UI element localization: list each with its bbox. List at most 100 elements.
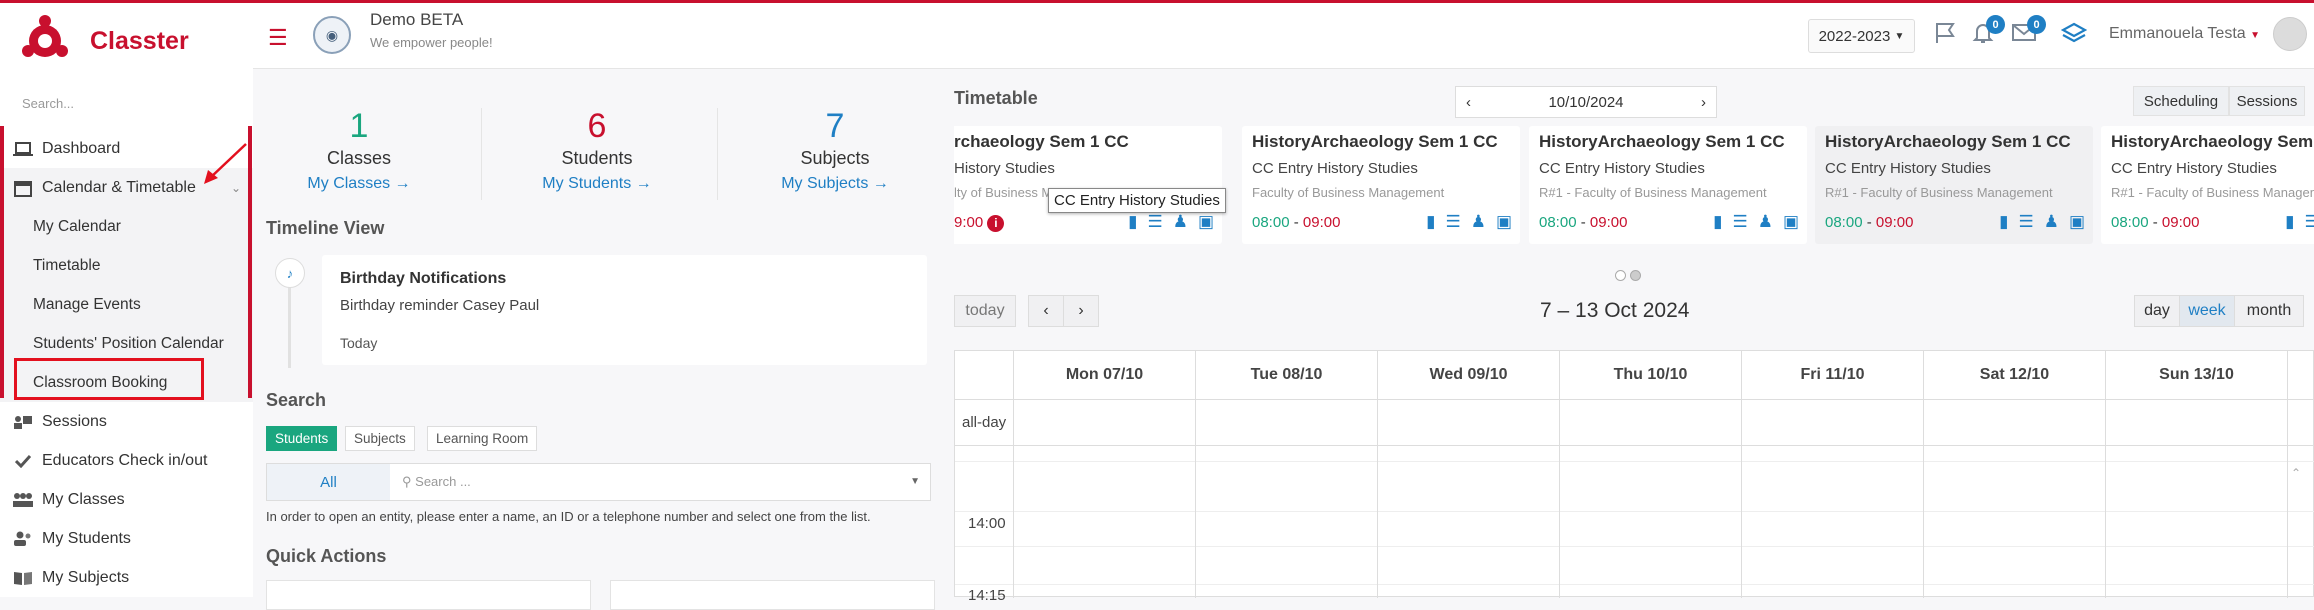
chevron-right-icon[interactable]: ›: [1701, 94, 1706, 111]
quick-action-card[interactable]: [266, 580, 591, 610]
list-icon[interactable]: ☰: [1732, 212, 1747, 232]
layers-icon[interactable]: [2060, 21, 2088, 51]
timetable-date[interactable]: 10/10/2024: [1548, 94, 1623, 111]
list-icon[interactable]: ☰: [1445, 212, 1460, 232]
slide-end-time: 09:00: [1589, 214, 1628, 231]
list-icon[interactable]: ☰: [2304, 212, 2314, 232]
calendar-prev-button[interactable]: ‹: [1028, 295, 1064, 327]
timetable-slide[interactable]: rchaeology Sem 1 CC History Studies lty …: [954, 126, 1222, 244]
sidebar-item-timetable[interactable]: Timetable: [0, 246, 253, 285]
search-scope-all[interactable]: All: [267, 464, 390, 500]
sidebar-item-sessions[interactable]: Sessions: [0, 402, 253, 441]
search-placeholder: Search ...: [415, 474, 471, 489]
classroom-booking-highlight: [14, 358, 204, 400]
slide-room: R#1 - Faculty of Business Management: [2111, 185, 2314, 200]
timetable-slide[interactable]: HistoryArchaeology Sem 1 CC CC Entry His…: [1529, 126, 1807, 244]
presenter-icon[interactable]: ▣: [1496, 212, 1512, 232]
calendar-next-button[interactable]: ›: [1063, 295, 1099, 327]
search-filter-subjects[interactable]: Subjects: [345, 426, 415, 451]
slide-end-time: 09:00: [2161, 214, 2200, 231]
sidebar-item-my-students[interactable]: My Students: [0, 519, 253, 558]
user-remove-icon[interactable]: ♟: [2044, 212, 2059, 232]
caret-down-icon[interactable]: ▼: [910, 476, 920, 487]
tab-scheduling[interactable]: Scheduling: [2133, 86, 2229, 116]
book-icon[interactable]: ▮: [1128, 212, 1137, 232]
user-remove-icon[interactable]: ♟: [1758, 212, 1773, 232]
grid-line: [955, 461, 2314, 462]
carousel-dot-active[interactable]: [1630, 270, 1641, 281]
list-icon[interactable]: ☰: [1147, 212, 1162, 232]
chevron-left-icon: ‹: [1043, 302, 1049, 319]
grid-line: [955, 445, 2314, 446]
slide-subject: CC Entry History Studies: [1825, 160, 1991, 177]
slide-room: R#1 - Faculty of Business Management: [1825, 185, 2053, 200]
academic-year-select[interactable]: 2022-2023 ▼: [1808, 19, 1915, 53]
view-week-button[interactable]: week: [2179, 295, 2235, 327]
sidebar-item-my-calendar[interactable]: My Calendar: [0, 207, 253, 246]
search-filter-students[interactable]: Students: [266, 426, 338, 451]
timetable-slide[interactable]: HistoryArchaeology Sem 1 CC CC Entry His…: [1242, 126, 1520, 244]
view-month-button[interactable]: month: [2234, 295, 2304, 327]
laptop-icon: [12, 140, 34, 158]
carousel-dot[interactable]: [1615, 270, 1626, 281]
tab-sessions[interactable]: Sessions: [2229, 86, 2305, 116]
flag-icon[interactable]: [1933, 21, 1957, 51]
chevron-right-icon: ›: [1078, 302, 1084, 319]
book-icon[interactable]: ▮: [1426, 212, 1435, 232]
chevron-left-icon[interactable]: ‹: [1466, 94, 1471, 111]
quick-action-card[interactable]: [610, 580, 935, 610]
sidebar-item-educators-check-in-out[interactable]: Educators Check in/out: [0, 441, 253, 480]
book-icon[interactable]: ▮: [1713, 212, 1722, 232]
sidebar-item-label: My Subjects: [42, 568, 130, 586]
presenter-icon[interactable]: ▣: [1198, 212, 1214, 232]
list-icon[interactable]: ☰: [2018, 212, 2033, 232]
time-label: 14:00: [968, 515, 1006, 532]
annotation-arrow-icon: [204, 143, 247, 184]
sidebar-item-my-subjects[interactable]: My Subjects: [0, 558, 253, 597]
search-filter-learning-room[interactable]: Learning Room: [427, 426, 538, 451]
tooltip: CC Entry History Studies: [1048, 188, 1226, 213]
slide-end-time: 9:00: [954, 214, 984, 231]
sidebar-item-label: Manage Events: [33, 295, 141, 313]
my-subjects-link[interactable]: My Subjects →: [720, 175, 950, 193]
book-icon[interactable]: ▮: [2285, 212, 2294, 232]
book-icon[interactable]: ▮: [1999, 212, 2008, 232]
user-menu[interactable]: Emmanouela Testa ▼: [2109, 25, 2260, 43]
students-icon: [12, 530, 34, 548]
presenter-icon[interactable]: ▣: [1783, 212, 1799, 232]
sessions-icon: [12, 413, 34, 431]
stat-label: Subjects: [800, 148, 870, 168]
timeline-card[interactable]: Birthday Notifications Birthday reminder…: [322, 255, 927, 365]
timetable-slide[interactable]: HistoryArchaeology Sem 1 CC CC Entry His…: [2101, 126, 2314, 244]
slide-subject: CC Entry History Studies: [2111, 160, 2277, 177]
sidebar-item-manage-events[interactable]: Manage Events: [0, 285, 253, 324]
sidebar-item-label: Educators Check in/out: [42, 451, 208, 469]
grid-line: [955, 546, 2314, 547]
user-remove-icon[interactable]: ♟: [1471, 212, 1486, 232]
presenter-icon[interactable]: ▣: [2069, 212, 2085, 232]
grid-line: [2105, 351, 2106, 598]
my-classes-link[interactable]: My Classes →: [244, 175, 474, 193]
day-header: Sun 13/10: [2105, 351, 2287, 399]
school-name: Demo BETA: [370, 10, 464, 29]
all-day-label: all-day: [962, 414, 1007, 431]
stat-students: 6 Students My Students →: [482, 107, 712, 193]
hamburger-menu-icon[interactable]: ☰: [268, 25, 288, 51]
sidebar-search-input[interactable]: Search...: [22, 96, 74, 111]
scroll-up-icon[interactable]: ⌃: [2291, 466, 2301, 480]
brand-logo[interactable]: Classter: [20, 13, 189, 69]
user-remove-icon[interactable]: ♟: [1173, 212, 1188, 232]
my-students-link[interactable]: My Students →: [482, 175, 712, 193]
stat-number: 7: [825, 107, 845, 145]
search-input[interactable]: ⚲ Search ...: [402, 474, 471, 490]
timetable-slide[interactable]: HistoryArchaeology Sem 1 CC CC Entry His…: [1815, 126, 2093, 244]
sidebar-item-label: My Students: [42, 529, 131, 547]
sidebar-item-my-classes[interactable]: My Classes: [0, 480, 253, 519]
classter-logo-icon: [22, 15, 68, 57]
grid-line: [955, 399, 2314, 400]
day-header: Thu 10/10: [1559, 351, 1741, 399]
today-button[interactable]: today: [954, 295, 1016, 327]
view-day-button[interactable]: day: [2134, 295, 2180, 327]
avatar[interactable]: [2273, 17, 2307, 51]
timetable-title: Timetable: [954, 88, 1038, 108]
